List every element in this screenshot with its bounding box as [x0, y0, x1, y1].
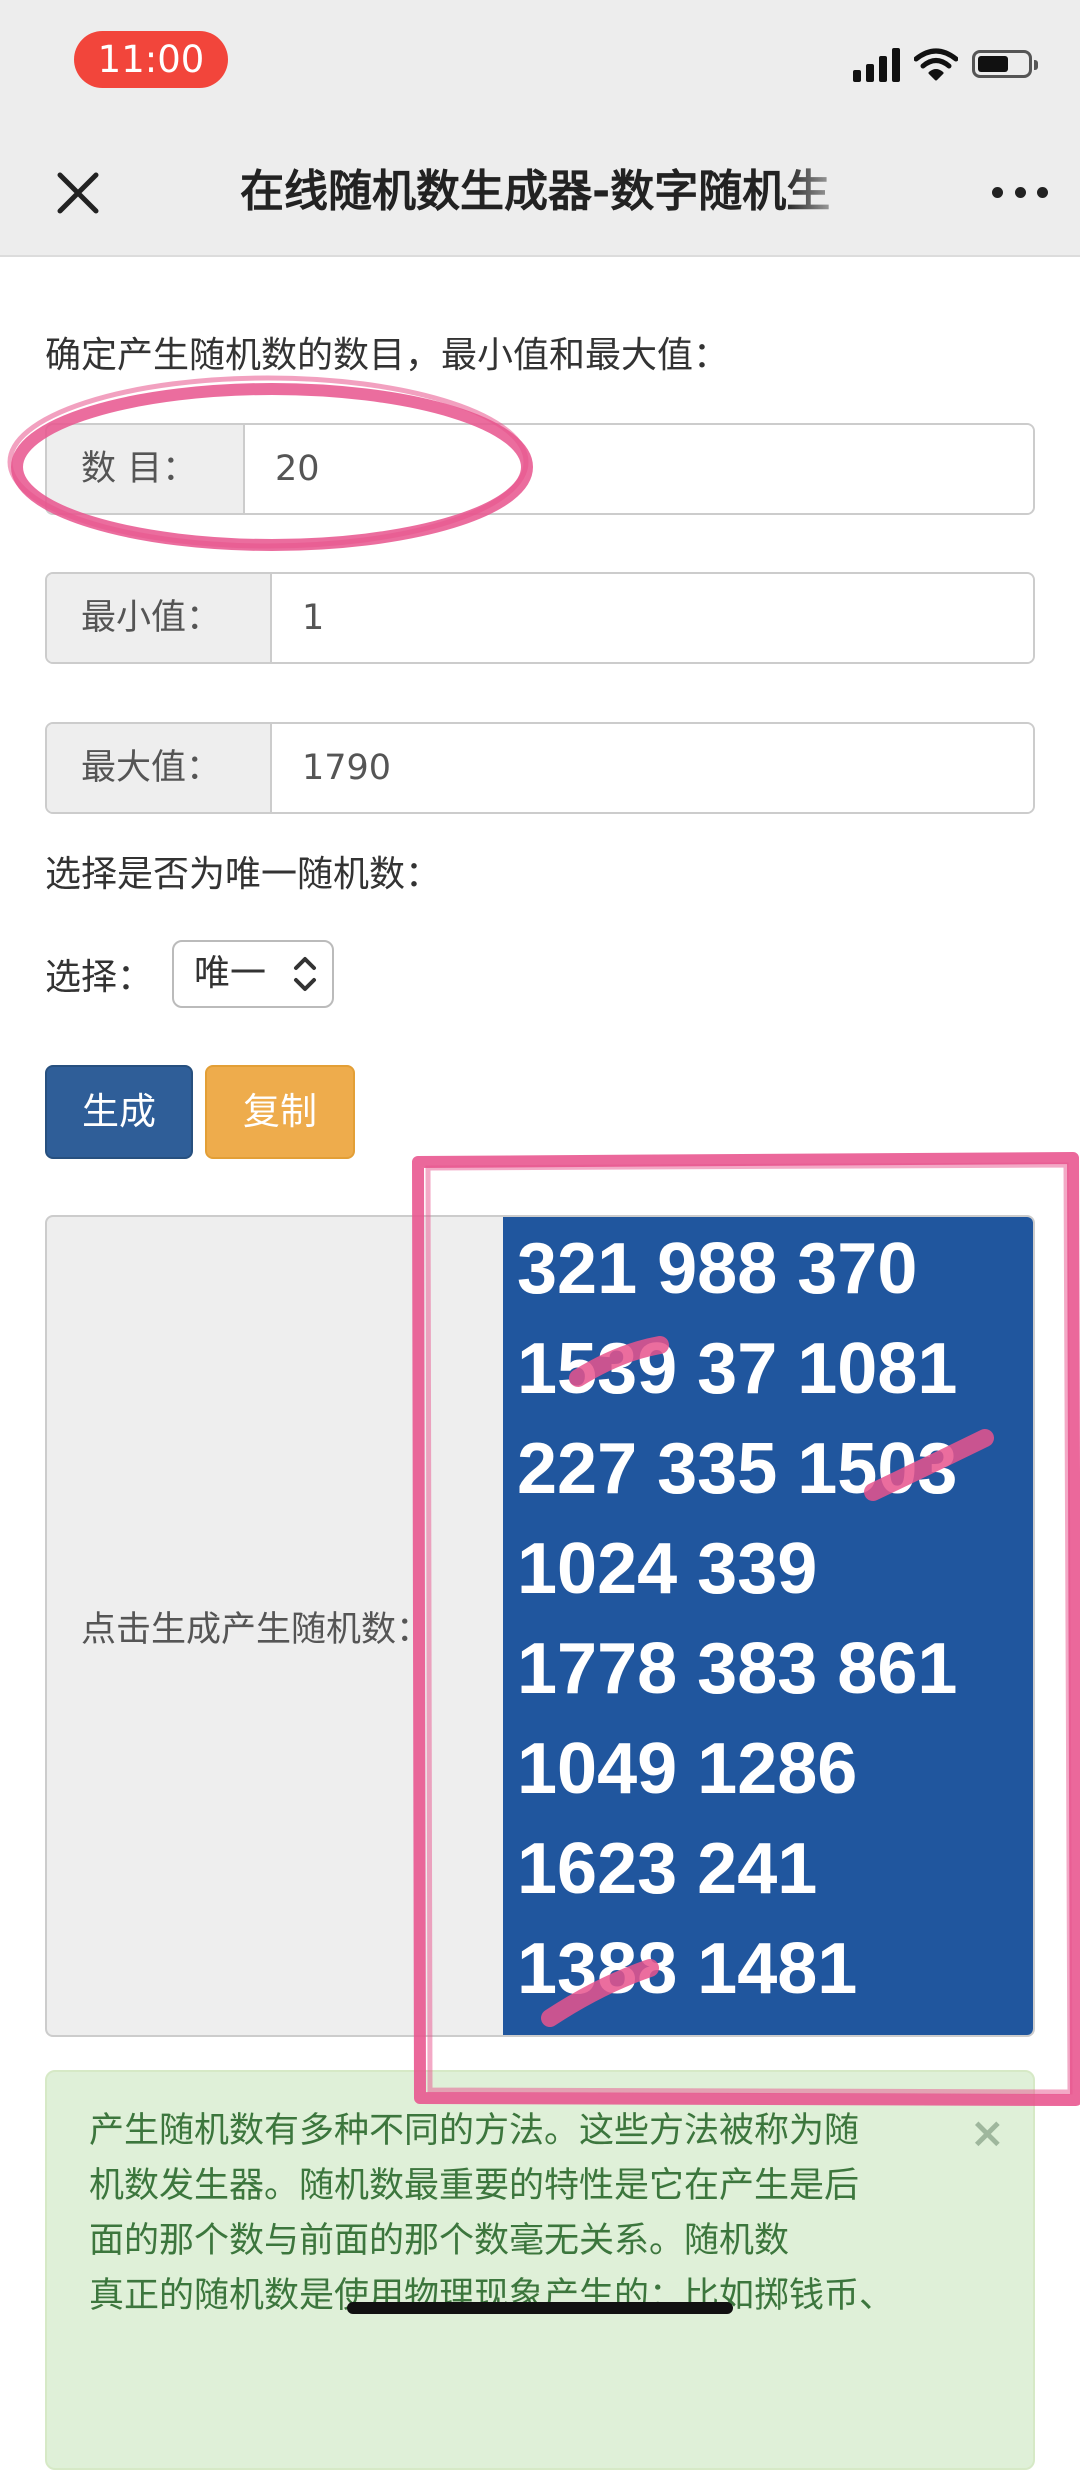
result-line: 321 988 370	[517, 1229, 918, 1309]
unique-select-value: 唯一	[194, 953, 267, 994]
alert-line: 面的那个数与前面的那个数毫无关系。随机数	[89, 2221, 790, 2261]
result-line: 1778 383 861	[517, 1629, 958, 1709]
chevron-updown-icon	[292, 950, 318, 1002]
count-input[interactable]	[245, 425, 1033, 513]
max-input-group: 最大值：	[45, 722, 1035, 814]
status-time: 11:00	[74, 31, 228, 88]
result-line: 1388 1481	[517, 1929, 858, 2009]
result-line: 227 335 1503	[517, 1429, 958, 1509]
unique-select[interactable]: 唯一	[172, 940, 334, 1008]
result-line: 1049 1286	[517, 1729, 858, 1809]
copy-button[interactable]: 复制	[205, 1065, 355, 1159]
close-icon[interactable]	[50, 165, 106, 221]
max-input[interactable]	[272, 724, 1033, 812]
max-label: 最大值：	[47, 724, 272, 812]
result-line: 1539 37 1081	[517, 1329, 958, 1409]
info-alert: 产生随机数有多种不同的方法。这些方法被称为随 机数发生器。随机数最重要的特性是它…	[45, 2070, 1035, 2470]
result-line: 1623 241	[517, 1829, 818, 1909]
status-icons	[853, 44, 1038, 84]
select-label: 选择：	[45, 957, 154, 998]
status-bar: 11:00	[0, 0, 1080, 125]
count-label: 数 目：	[47, 425, 245, 513]
count-input-group: 数 目：	[45, 423, 1035, 515]
nav-bar: 在线随机数生成器-数字随机生	[0, 125, 1080, 257]
result-line: 1024 339	[517, 1529, 818, 1609]
generate-button[interactable]: 生成	[45, 1065, 193, 1159]
signal-icon	[853, 46, 900, 82]
alert-line: 真正的随机数是使用物理现象产生的：比如掷钱币、	[89, 2276, 895, 2316]
unique-prompt: 选择是否为唯一随机数：	[45, 854, 442, 895]
alert-text: 产生随机数有多种不同的方法。这些方法被称为随 机数发生器。随机数最重要的特性是它…	[89, 2104, 969, 2324]
page-title: 在线随机数生成器-数字随机生	[240, 166, 831, 217]
alert-close-icon[interactable]: ×	[970, 2112, 1005, 2154]
result-panel: 321 988 370 1539 37 1081 227 335 1503 10…	[503, 1217, 1033, 2035]
alert-line: 机数发生器。随机数最重要的特性是它在产生是后	[89, 2166, 860, 2206]
result-box: 点击生成产生随机数： 321 988 370 1539 37 1081 227 …	[45, 1215, 1035, 2037]
alert-line: 产生随机数有多种不同的方法。这些方法被称为随	[89, 2111, 860, 2151]
wifi-icon	[914, 48, 958, 81]
more-icon[interactable]	[992, 181, 1048, 203]
result-label: 点击生成产生随机数：	[81, 1610, 432, 1650]
home-indicator[interactable]	[347, 2302, 733, 2314]
battery-icon	[972, 50, 1038, 78]
form-intro: 确定产生随机数的数目，最小值和最大值：	[45, 335, 730, 376]
min-input[interactable]	[272, 574, 1033, 662]
min-input-group: 最小值：	[45, 572, 1035, 664]
min-label: 最小值：	[47, 574, 272, 662]
